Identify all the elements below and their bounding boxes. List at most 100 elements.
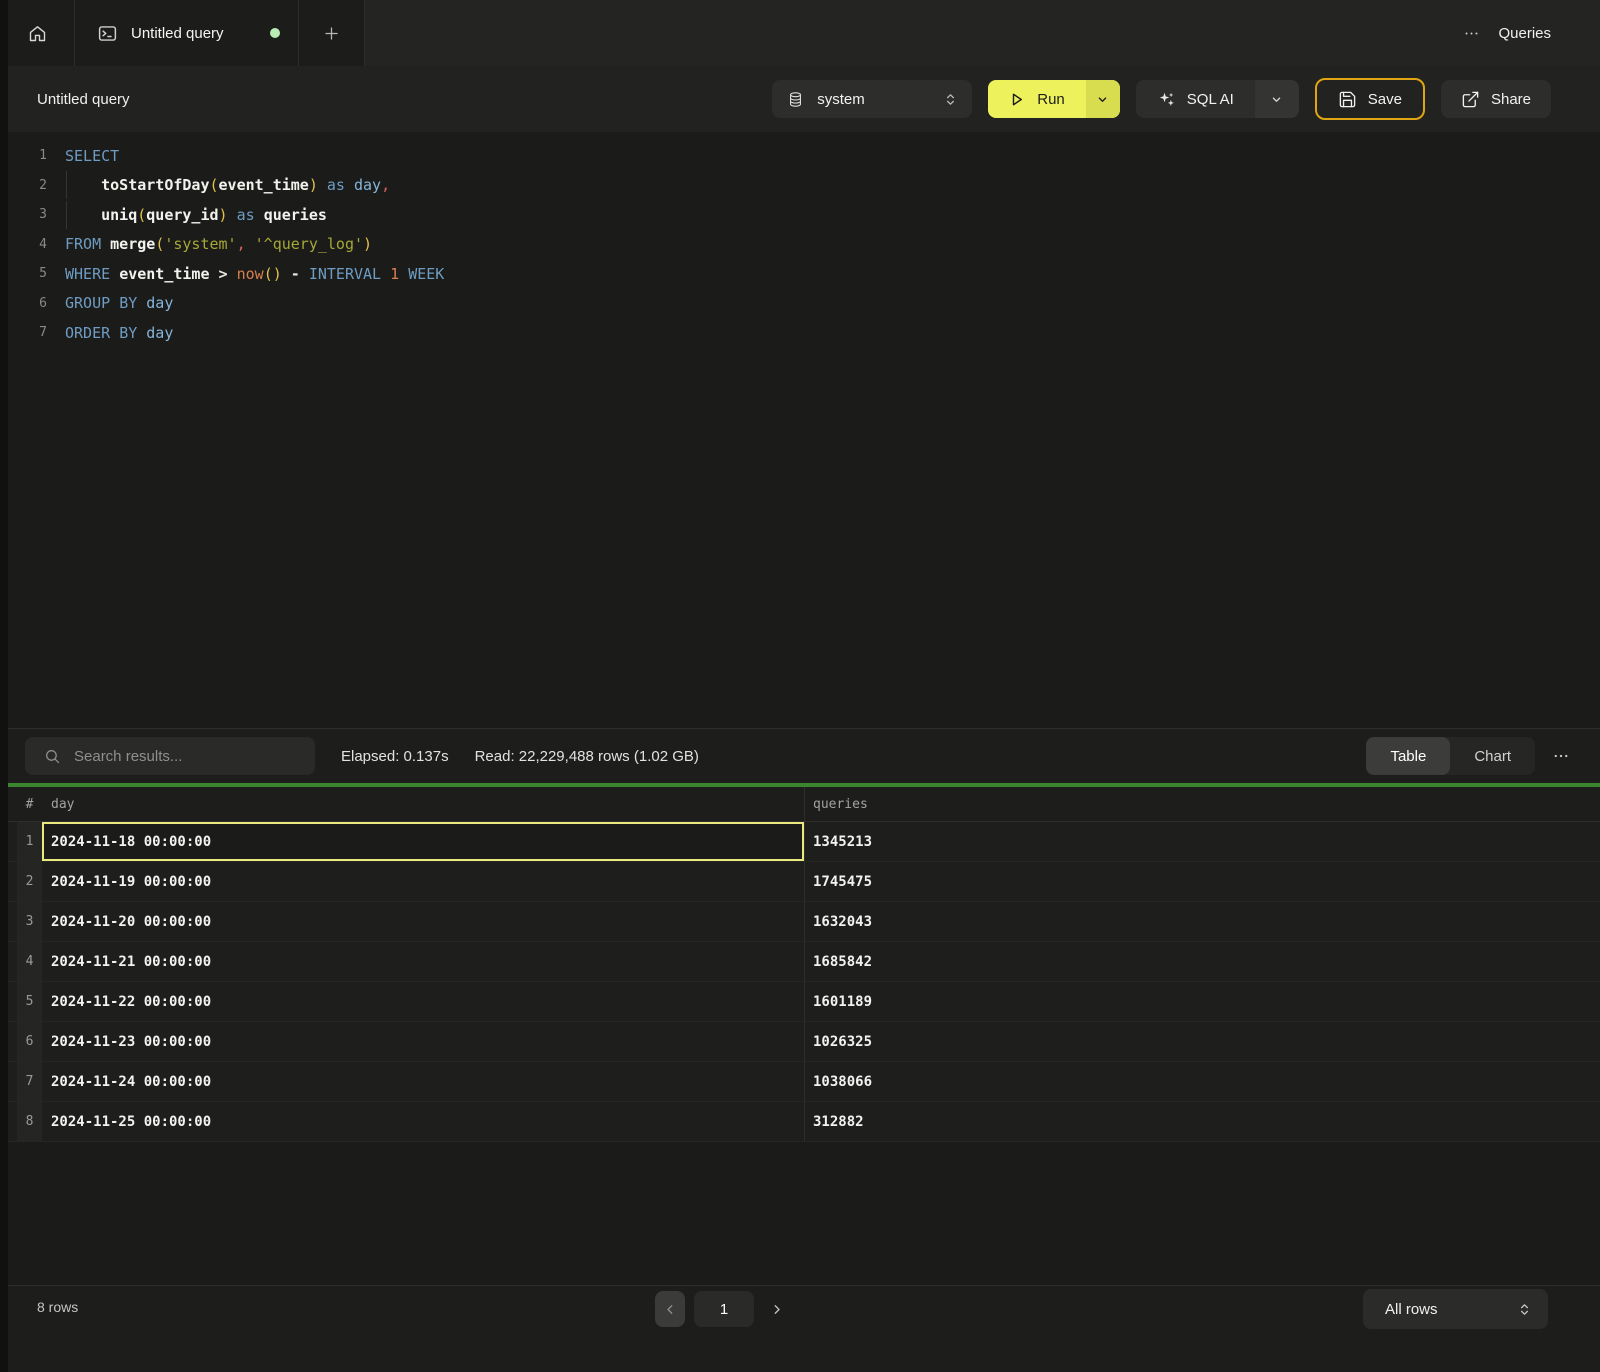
cell-day[interactable]: 2024-11-23 00:00:00	[42, 1022, 804, 1061]
window-left-gutter	[0, 0, 8, 1372]
code-line[interactable]: 2 toStartOfDay(event_time) as day,	[0, 171, 1600, 201]
cell-queries[interactable]: 1601189	[804, 982, 1600, 1021]
save-button[interactable]: Save	[1315, 78, 1425, 120]
share-button[interactable]: Share	[1441, 80, 1551, 118]
home-button[interactable]	[0, 0, 75, 66]
database-icon	[787, 91, 804, 108]
search-results-input[interactable]	[72, 747, 303, 766]
cell-queries[interactable]: 312882	[804, 1102, 1600, 1141]
previous-page-button[interactable]	[655, 1291, 685, 1327]
table-header-row: # day queries	[0, 787, 1600, 822]
sql-editor[interactable]: 1SELECT2 toStartOfDay(event_time) as day…	[0, 132, 1600, 728]
table-row: 32024-11-20 00:00:001632043	[0, 902, 1600, 942]
database-selector-value: system	[817, 91, 865, 108]
tab-bar: Untitled query Queries	[0, 0, 1600, 66]
run-button[interactable]: Run	[988, 80, 1086, 118]
page-number-button[interactable]: 1	[694, 1291, 754, 1327]
row-number: 6	[17, 1022, 42, 1061]
query-toolbar: Untitled query system Run	[0, 66, 1600, 132]
search-results-box[interactable]	[25, 737, 315, 775]
new-tab-button[interactable]	[299, 0, 365, 66]
sql-ai-options-button[interactable]	[1255, 80, 1299, 118]
code-text: SELECT	[65, 147, 119, 165]
cell-day[interactable]: 2024-11-22 00:00:00	[42, 982, 804, 1021]
indent-guide	[66, 201, 67, 229]
row-number: 1	[17, 822, 42, 861]
table-row: 52024-11-22 00:00:001601189	[0, 982, 1600, 1022]
elapsed-stat: Elapsed: 0.137s	[341, 748, 449, 765]
sparkles-icon	[1157, 90, 1176, 109]
row-number: 7	[17, 1062, 42, 1101]
code-line[interactable]: 3 uniq(query_id) as queries	[0, 200, 1600, 230]
run-options-button[interactable]	[1086, 80, 1120, 118]
column-header-index: #	[17, 787, 42, 821]
code-line[interactable]: 5WHERE event_time > now() - INTERVAL 1 W…	[0, 259, 1600, 289]
sql-ai-button-group: SQL AI	[1136, 80, 1299, 118]
cell-day[interactable]: 2024-11-24 00:00:00	[42, 1062, 804, 1101]
code-text: GROUP BY day	[65, 294, 173, 312]
code-lines: 1SELECT2 toStartOfDay(event_time) as day…	[0, 141, 1600, 348]
cell-day[interactable]: 2024-11-19 00:00:00	[42, 862, 804, 901]
cell-queries[interactable]: 1745475	[804, 862, 1600, 901]
table-row: 82024-11-25 00:00:00312882	[0, 1102, 1600, 1142]
sql-ai-button[interactable]: SQL AI	[1136, 80, 1255, 118]
table-body: 12024-11-18 00:00:00134521322024-11-19 0…	[0, 822, 1600, 1142]
next-page-button[interactable]	[763, 1291, 789, 1327]
sql-ai-button-label: SQL AI	[1187, 91, 1234, 108]
code-text: toStartOfDay(event_time) as day,	[65, 176, 390, 194]
view-toggle: Table Chart	[1366, 737, 1535, 775]
row-number: 8	[17, 1102, 42, 1141]
queries-panel-toggle[interactable]: Queries	[1498, 25, 1551, 42]
pagination: 1	[655, 1291, 789, 1327]
cell-day[interactable]: 2024-11-21 00:00:00	[42, 942, 804, 981]
select-chevrons-icon	[1516, 1301, 1533, 1318]
tab-chart[interactable]: Chart	[1450, 737, 1535, 775]
run-button-label: Run	[1037, 91, 1065, 108]
column-header-queries[interactable]: queries	[804, 787, 1600, 821]
code-line[interactable]: 4FROM merge('system', '^query_log')	[0, 230, 1600, 260]
tab-bar-spacer	[365, 0, 1463, 66]
code-text: FROM merge('system', '^query_log')	[65, 235, 372, 253]
results-toolbar: Elapsed: 0.137s Read: 22,229,488 rows (1…	[0, 728, 1600, 783]
save-icon	[1338, 90, 1357, 109]
column-header-day[interactable]: day	[42, 787, 804, 821]
unsaved-indicator-dot	[270, 28, 280, 38]
page-size-selector[interactable]: All rows	[1363, 1289, 1548, 1329]
save-button-label: Save	[1368, 91, 1402, 108]
tab-untitled-query[interactable]: Untitled query	[75, 0, 299, 66]
row-number: 3	[17, 902, 42, 941]
cell-day[interactable]: 2024-11-18 00:00:00	[42, 822, 804, 861]
cell-queries[interactable]: 1038066	[804, 1062, 1600, 1101]
cell-day[interactable]: 2024-11-25 00:00:00	[42, 1102, 804, 1141]
code-line[interactable]: 6GROUP BY day	[0, 289, 1600, 319]
results-table: # day queries 12024-11-18 00:00:00134521…	[0, 787, 1600, 1285]
table-row: 12024-11-18 00:00:001345213	[0, 822, 1600, 862]
cell-day[interactable]: 2024-11-20 00:00:00	[42, 902, 804, 941]
row-number: 4	[17, 942, 42, 981]
search-icon	[44, 748, 61, 765]
indent-guide	[66, 171, 67, 199]
tab-label: Untitled query	[131, 25, 257, 42]
cell-queries[interactable]: 1026325	[804, 1022, 1600, 1061]
code-text: WHERE event_time > now() - INTERVAL 1 WE…	[65, 265, 444, 283]
code-text: ORDER BY day	[65, 324, 173, 342]
results-more-icon[interactable]	[1552, 747, 1570, 765]
cell-queries[interactable]: 1685842	[804, 942, 1600, 981]
cell-queries[interactable]: 1632043	[804, 902, 1600, 941]
terminal-icon	[97, 23, 118, 44]
cell-queries[interactable]: 1345213	[804, 822, 1600, 861]
row-count: 8 rows	[37, 1299, 78, 1315]
chevron-down-icon	[1269, 92, 1284, 107]
table-row: 72024-11-24 00:00:001038066	[0, 1062, 1600, 1102]
select-chevrons-icon	[942, 91, 959, 108]
home-icon	[27, 23, 48, 44]
more-icon[interactable]	[1463, 25, 1480, 42]
external-link-icon	[1461, 90, 1480, 109]
tab-table[interactable]: Table	[1366, 737, 1450, 775]
code-line[interactable]: 7ORDER BY day	[0, 318, 1600, 348]
database-selector[interactable]: system	[772, 80, 972, 118]
code-line[interactable]: 1SELECT	[0, 141, 1600, 171]
table-row: 22024-11-19 00:00:001745475	[0, 862, 1600, 902]
page-size-value: All rows	[1385, 1301, 1438, 1318]
read-stat: Read: 22,229,488 rows (1.02 GB)	[475, 748, 699, 765]
